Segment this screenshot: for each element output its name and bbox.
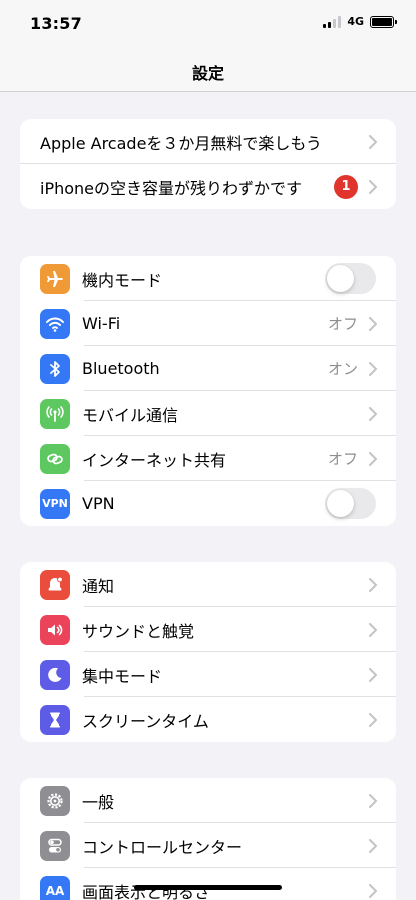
row-label: スクリーンタイム [82, 711, 209, 731]
battery-icon [370, 15, 397, 28]
wifi-row[interactable]: Wi-Fi オフ [20, 301, 396, 346]
display-brightness-row[interactable]: AA 画面表示と明るさ [20, 868, 396, 900]
notifications-group: 通知 サウンドと触覚 集中モード スクリーンタイム [20, 562, 396, 742]
moon-icon [40, 659, 70, 690]
hourglass-icon [40, 704, 70, 735]
row-label: インターネット共有 [82, 450, 227, 470]
airplane-mode-toggle[interactable] [325, 263, 376, 294]
switches-icon [40, 830, 70, 861]
vpn-toggle[interactable] [325, 488, 376, 519]
chevron-right-icon [369, 622, 377, 637]
row-label: 機内モード [82, 270, 163, 290]
focus-row[interactable]: 集中モード [20, 652, 396, 697]
row-label: Wi-Fi [82, 314, 121, 333]
status-time: 13:57 [30, 14, 82, 33]
bluetooth-row[interactable]: Bluetooth オン [20, 346, 396, 391]
row-label: iPhoneの空き容量が残りわずかです [40, 178, 303, 198]
settings-screen: 13:57 4G 設定 Apple Arcadeを３か月無料で楽しもう iPho… [0, 0, 416, 900]
row-value: オフ [327, 315, 358, 333]
gear-icon [40, 785, 70, 816]
chevron-right-icon [369, 793, 377, 808]
chevron-right-icon [369, 134, 377, 149]
vpn-row: VPN VPN [20, 481, 396, 526]
row-label: VPN [82, 494, 115, 513]
text-size-icon: AA [40, 875, 70, 900]
airplane-mode-row: 機内モード [20, 256, 396, 301]
row-label: 通知 [82, 576, 115, 596]
airplane-icon [40, 263, 70, 294]
connectivity-group: 機内モード Wi-Fi オフ Bluetooth オン モバイル通信 インターネ… [20, 256, 396, 526]
cellular-row[interactable]: モバイル通信 [20, 391, 396, 436]
general-row[interactable]: 一般 [20, 778, 396, 823]
row-value: オン [327, 360, 358, 378]
general-group: 一般 コントロールセンター AA 画面表示と明るさ [20, 778, 396, 900]
chevron-right-icon [369, 451, 377, 466]
personal-hotspot-row[interactable]: インターネット共有 オフ [20, 436, 396, 481]
vpn-icon-text: VPN [42, 497, 68, 510]
storage-warning-row[interactable]: iPhoneの空き容量が残りわずかです 1 [20, 164, 396, 209]
chevron-right-icon [369, 667, 377, 682]
page-title: 設定 [191, 64, 224, 83]
signal-icon [323, 15, 342, 28]
home-indicator[interactable] [134, 885, 282, 890]
wifi-icon [40, 308, 70, 339]
screen-time-row[interactable]: スクリーンタイム [20, 697, 396, 742]
chevron-right-icon [369, 838, 377, 853]
bluetooth-icon [40, 353, 70, 384]
row-label: コントロールセンター [82, 837, 243, 857]
status-indicators: 4G [323, 15, 397, 28]
bell-icon [40, 569, 70, 600]
row-label: Bluetooth [82, 359, 160, 378]
promo-group: Apple Arcadeを３か月無料で楽しもう iPhoneの空き容量が残りわず… [20, 119, 396, 209]
chevron-right-icon [369, 712, 377, 727]
header: 13:57 4G 設定 [0, 0, 416, 92]
apple-arcade-row[interactable]: Apple Arcadeを３か月無料で楽しもう [20, 119, 396, 164]
row-label: 一般 [82, 792, 115, 812]
row-value: オフ [327, 450, 358, 468]
sounds-haptics-row[interactable]: サウンドと触覚 [20, 607, 396, 652]
chevron-right-icon [369, 179, 377, 194]
chevron-right-icon [369, 316, 377, 331]
antenna-icon [40, 398, 70, 429]
speaker-icon [40, 614, 70, 645]
vpn-icon: VPN [40, 488, 70, 519]
text-size-icon-text: AA [45, 883, 65, 898]
row-label: 集中モード [82, 666, 163, 686]
notification-badge: 1 [334, 174, 358, 199]
chevron-right-icon [369, 406, 377, 421]
network-type: 4G [347, 15, 364, 28]
row-label: サウンドと触覚 [82, 621, 195, 641]
row-label: モバイル通信 [82, 405, 179, 425]
link-icon [40, 443, 70, 474]
notifications-row[interactable]: 通知 [20, 562, 396, 607]
chevron-right-icon [369, 577, 377, 592]
control-center-row[interactable]: コントロールセンター [20, 823, 396, 868]
chevron-right-icon [369, 883, 377, 898]
chevron-right-icon [369, 361, 377, 376]
row-label: Apple Arcadeを３か月無料で楽しもう [40, 133, 322, 153]
